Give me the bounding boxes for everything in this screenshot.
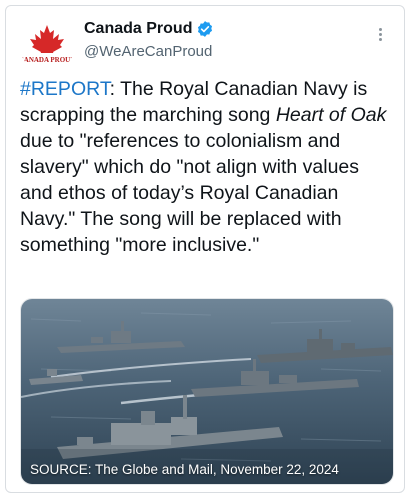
author-name[interactable]: Canada Proud bbox=[84, 20, 192, 38]
avatar-wordmark: CANADA PROUD bbox=[20, 56, 74, 64]
author-handle[interactable]: @WeAreCanProud bbox=[84, 43, 212, 60]
tweet-text-rest: due to "references to colonialism and sl… bbox=[20, 130, 360, 256]
tweet-media-image[interactable]: SOURCE: The Globe and Mail, November 22,… bbox=[20, 298, 394, 485]
naval-ships-photo bbox=[21, 299, 393, 484]
tweet-card[interactable]: CANADA PROUD Canada Proud @WeAreCanProud… bbox=[5, 5, 405, 493]
media-source-caption: SOURCE: The Globe and Mail, November 22,… bbox=[30, 462, 339, 477]
verified-badge-icon bbox=[198, 21, 213, 37]
hashtag-link[interactable]: #REPORT bbox=[20, 78, 110, 100]
tweet-text: #REPORT: The Royal Canadian Navy is scra… bbox=[20, 76, 390, 258]
maple-leaf-icon: CANADA PROUD bbox=[20, 25, 74, 64]
more-options-icon[interactable] bbox=[370, 26, 390, 46]
author-row: Canada Proud bbox=[84, 20, 214, 38]
tweet-text-song-title: Heart of Oak bbox=[275, 104, 387, 126]
avatar[interactable]: CANADA PROUD bbox=[20, 19, 74, 73]
